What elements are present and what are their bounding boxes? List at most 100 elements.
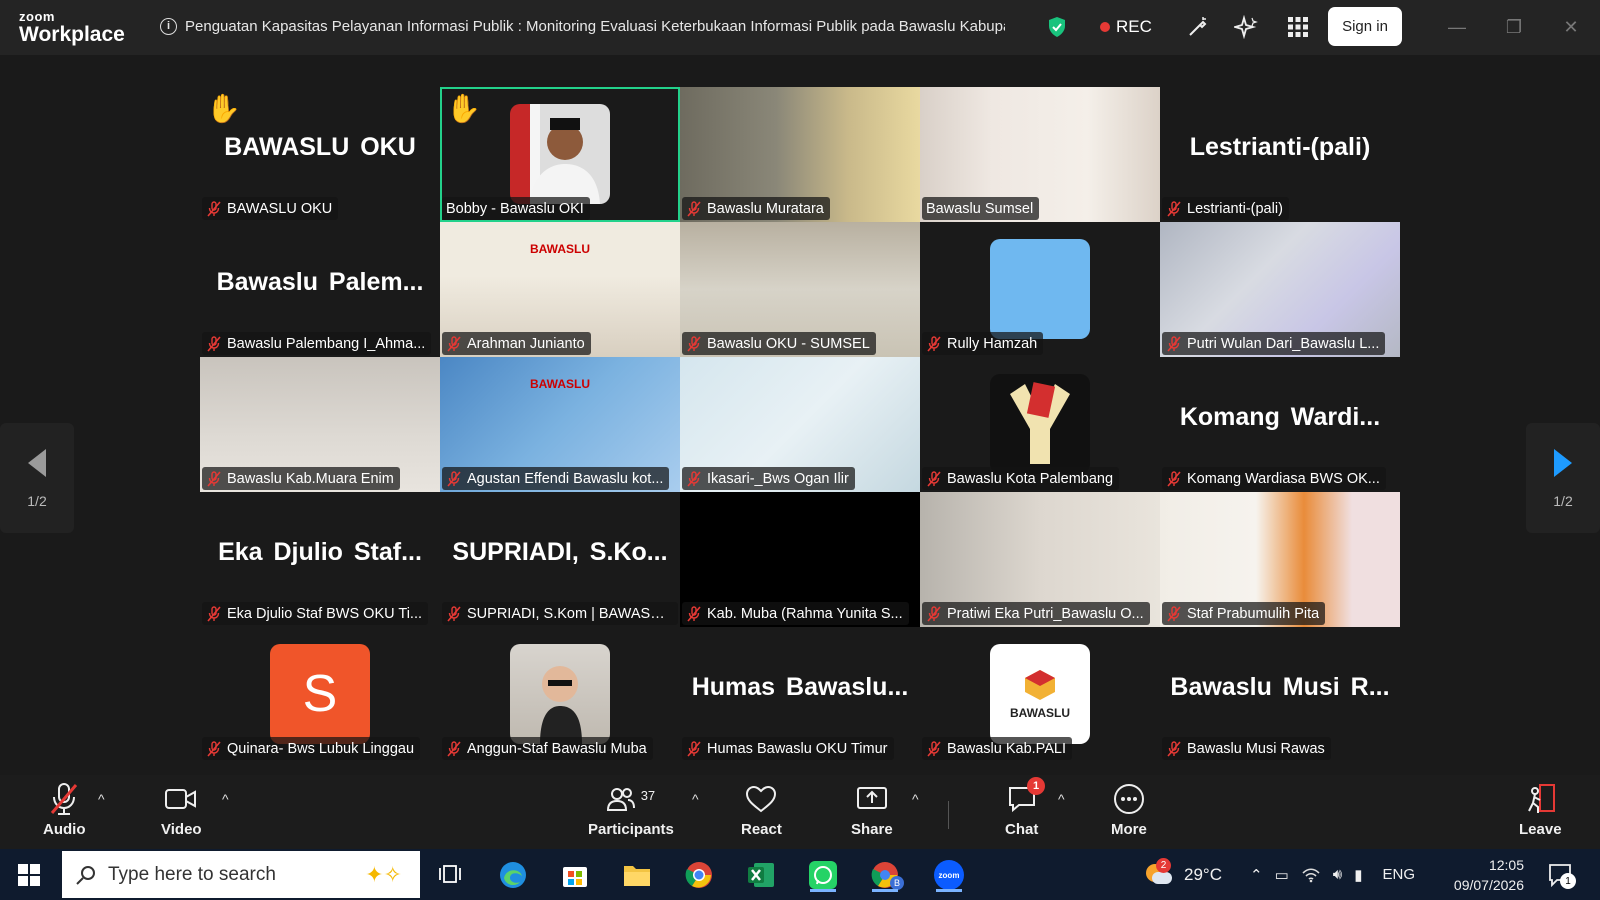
maximize-icon[interactable]: ❐ [1501, 14, 1527, 40]
video-tile[interactable]: Bawaslu Kota Palembang [920, 357, 1160, 492]
video-button[interactable]: Video [161, 781, 202, 838]
video-tile[interactable]: Anggun-Staf Bawaslu Muba [440, 627, 680, 762]
encryption-shield-icon[interactable] [1047, 16, 1067, 38]
video-tile[interactable]: Staf Prabumulih Pita [1160, 492, 1400, 627]
video-tile[interactable]: Pratiwi Eka Putri_Bawaslu O... [920, 492, 1160, 627]
clock[interactable]: 12:05 09/07/2026 [1448, 849, 1524, 900]
participant-display-name: Humas Bawaslu... [691, 673, 909, 701]
minimize-icon[interactable]: — [1444, 14, 1470, 40]
mic-muted-icon [207, 200, 221, 217]
notification-center-icon[interactable]: 1 [1548, 849, 1576, 900]
annotate-icon[interactable] [1185, 14, 1211, 40]
participants-button[interactable]: 37 Participants [588, 781, 674, 839]
more-button[interactable]: More [1111, 781, 1147, 838]
show-hidden-icons-icon[interactable]: ⌃ [1250, 866, 1263, 884]
video-tile[interactable]: Bawaslu Musi R... Bawaslu Musi Rawas [1160, 627, 1400, 762]
battery-icon[interactable]: ▭ [1275, 866, 1289, 884]
participant-name-label: Pratiwi Eka Putri_Bawaslu O... [922, 602, 1150, 625]
chat-button[interactable]: Chat 1 [1005, 777, 1045, 838]
react-button[interactable]: React [741, 781, 782, 838]
chrome-profile-icon[interactable]: B [868, 858, 904, 892]
participant-name-label: Komang Wardiasa BWS OK... [1162, 467, 1386, 490]
participant-name-label: Lestrianti-(pali) [1162, 197, 1289, 220]
pen-icon[interactable]: ▮ [1354, 866, 1362, 884]
video-tile[interactable]: BAWASLU OKU ✋ BAWASLU OKU [200, 87, 440, 222]
whatsapp-icon[interactable] [806, 858, 840, 892]
participant-name-label: Ikasari-_Bws Ogan Ilir [682, 467, 855, 490]
audio-options-caret-icon[interactable]: ^ [98, 791, 105, 807]
meeting-title: Penguatan Kapasitas Pelayanan Informasi … [185, 17, 1005, 35]
edge-browser-icon[interactable] [496, 858, 530, 892]
video-tile[interactable]: BAWASLU Agustan Effendi Bawaslu kot... [440, 357, 680, 492]
language-indicator[interactable]: ENG [1382, 866, 1415, 883]
participants-options-caret-icon[interactable]: ^ [692, 791, 699, 807]
video-tile[interactable]: BAWASLU Arahman Junianto [440, 222, 680, 357]
video-tile[interactable]: Rully Hamzah [920, 222, 1160, 357]
close-icon[interactable]: ✕ [1558, 14, 1584, 40]
participant-display-name: Eka Djulio Staf... [218, 538, 422, 566]
file-explorer-icon[interactable] [620, 858, 654, 892]
windows-start-icon[interactable] [12, 858, 46, 892]
apps-grid-icon[interactable] [1285, 14, 1311, 40]
camera-icon [164, 781, 198, 817]
sign-in-button[interactable]: Sign in [1328, 7, 1402, 46]
video-tile[interactable]: BAWASLU Bawaslu Kab.PALI [920, 627, 1160, 762]
excel-icon[interactable] [744, 858, 778, 892]
audio-button[interactable]: Audio [43, 781, 86, 838]
microsoft-store-icon[interactable] [558, 858, 592, 892]
meeting-info[interactable]: i Penguatan Kapasitas Pelayanan Informas… [160, 15, 1005, 37]
video-options-caret-icon[interactable]: ^ [222, 791, 229, 807]
mic-muted-icon [1167, 200, 1181, 217]
mic-muted-icon [927, 605, 941, 622]
video-tile[interactable]: Kab. Muba (Rahma Yunita S... [680, 492, 920, 627]
video-tile[interactable]: Bawaslu OKU - SUMSEL [680, 222, 920, 357]
video-tile[interactable]: SUPRIADI, S.Ko... SUPRIADI, S.Kom | BAWAS… [440, 492, 680, 627]
leave-button[interactable]: Leave [1519, 781, 1562, 838]
video-tile[interactable]: Bawaslu Muratara [680, 87, 920, 222]
participant-name-label: Bawaslu Musi Rawas [1162, 737, 1331, 760]
chrome-profile-badge: B [890, 876, 904, 890]
video-tile[interactable]: Eka Djulio Staf... Eka Djulio Staf BWS OK… [200, 492, 440, 627]
share-button[interactable]: Share [851, 781, 893, 838]
task-view-icon[interactable] [433, 858, 467, 892]
participant-name-label: Bobby - Bawaslu OKI [442, 197, 590, 220]
participant-name: Bawaslu Kab.Muara Enim [227, 470, 394, 487]
zoom-taskbar-icon[interactable]: zoom [932, 858, 966, 892]
ai-companion-icon[interactable] [1233, 14, 1259, 40]
participant-name: Putri Wulan Dari_Bawaslu L... [1187, 335, 1380, 352]
chrome-icon[interactable] [682, 858, 716, 892]
next-page-button[interactable]: 1/2 [1526, 423, 1600, 533]
chat-unread-badge: 1 [1027, 777, 1045, 795]
info-icon[interactable]: i [160, 17, 177, 35]
video-tile[interactable]: S Quinara- Bws Lubuk Linggau [200, 627, 440, 762]
profile-image [990, 239, 1090, 339]
video-tile[interactable]: Komang Wardi... Komang Wardiasa BWS OK... [1160, 357, 1400, 492]
video-tile[interactable]: Bawaslu Palem... Bawaslu Palembang I_Ahma… [200, 222, 440, 357]
weather-widget[interactable]: 2 29°C [1142, 849, 1222, 900]
participant-name-label: Bawaslu Palembang I_Ahma... [202, 332, 432, 355]
video-tile[interactable]: Bawaslu Sumsel [920, 87, 1160, 222]
windows-taskbar: Type here to search ✦✧ B zoom 2 29°C ⌃ ▭… [0, 849, 1600, 900]
participant-name-label: Rully Hamzah [922, 332, 1044, 355]
video-tile[interactable]: Ikasari-_Bws Ogan Ilir [680, 357, 920, 492]
participant-name: Lestrianti-(pali) [1187, 200, 1283, 217]
video-tile[interactable]: Lestrianti-(pali) Lestrianti-(pali) [1160, 87, 1400, 222]
volume-icon[interactable]: 🔊︎ [1333, 866, 1342, 883]
video-tile[interactable]: Bawaslu Kab.Muara Enim [200, 357, 440, 492]
meeting-toolbar: Audio ^ Video ^ 37 Participants ^ React … [0, 775, 1600, 849]
participant-name: Bawaslu Musi Rawas [1187, 740, 1325, 757]
share-options-caret-icon[interactable]: ^ [912, 791, 919, 807]
mic-muted-icon [687, 470, 701, 487]
taskbar-search[interactable]: Type here to search ✦✧ [62, 851, 420, 898]
participant-name: Eka Djulio Staf BWS OKU Ti... [227, 605, 422, 622]
more-dots-icon [1113, 781, 1145, 817]
recording-indicator[interactable]: REC [1100, 17, 1152, 37]
chat-options-caret-icon[interactable]: ^ [1058, 791, 1065, 807]
video-tile[interactable]: ✋ Bobby - Bawaslu OKI [440, 87, 680, 222]
video-tile[interactable]: Humas Bawaslu... Humas Bawaslu OKU Timur [680, 627, 920, 762]
wifi-icon[interactable] [1301, 867, 1321, 883]
search-icon [76, 865, 95, 885]
video-tile[interactable]: Putri Wulan Dari_Bawaslu L... [1160, 222, 1400, 357]
prev-page-button[interactable]: 1/2 [0, 423, 74, 533]
participant-name-label: Bawaslu Kab.Muara Enim [202, 467, 400, 490]
